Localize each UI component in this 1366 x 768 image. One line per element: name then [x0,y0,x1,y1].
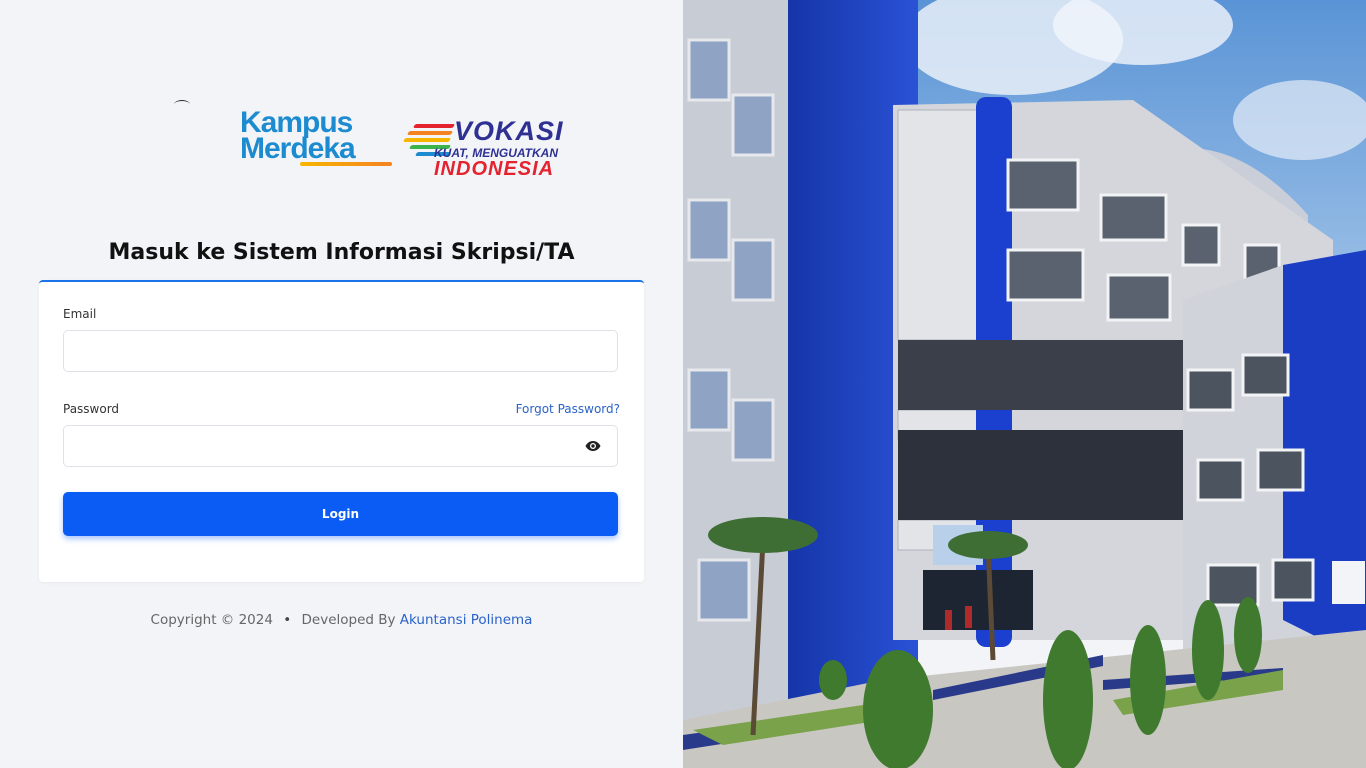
campus-building-photo [683,0,1366,768]
email-field-wrapper [63,330,618,372]
password-field[interactable] [64,426,617,466]
login-button[interactable]: Login [63,492,618,536]
developer-link[interactable]: Akuntansi Polinema [400,612,533,628]
login-card: Email Password Forgot Password? Login [39,280,644,582]
footer-copyright: Copyright © 2024 [150,612,273,628]
footer: Copyright © 2024 • Developed By Akuntans… [0,612,683,628]
logo-area: Kampus Merdeka VOKASI KUAT, MENGUATKAN I… [0,0,683,200]
forgot-password-link[interactable]: Forgot Password? [516,402,620,416]
password-field-wrapper [63,425,618,467]
broken-image-icon [174,100,190,109]
kampus-merdeka-underline [300,162,392,166]
eye-icon[interactable] [585,439,601,453]
page-title: Masuk ke Sistem Informasi Skripsi/TA [108,240,575,265]
kampus-merdeka-logo: Kampus Merdeka [240,108,396,170]
password-label: Password [63,402,120,416]
footer-separator: • [283,612,292,628]
kampus-merdeka-logo-line2: Merdeka [240,132,356,165]
login-panel: Kampus Merdeka VOKASI KUAT, MENGUATKAN I… [0,0,683,768]
footer-developed-by: Developed By [301,612,396,628]
building-illustration [683,0,1366,768]
vokasi-tagline-2: INDONESIA [434,158,555,180]
vokasi-logo: VOKASI KUAT, MENGUATKAN INDONESIA [402,116,563,188]
email-field[interactable] [64,331,617,371]
vokasi-title: VOKASI [454,116,564,146]
email-label: Email [63,307,97,321]
